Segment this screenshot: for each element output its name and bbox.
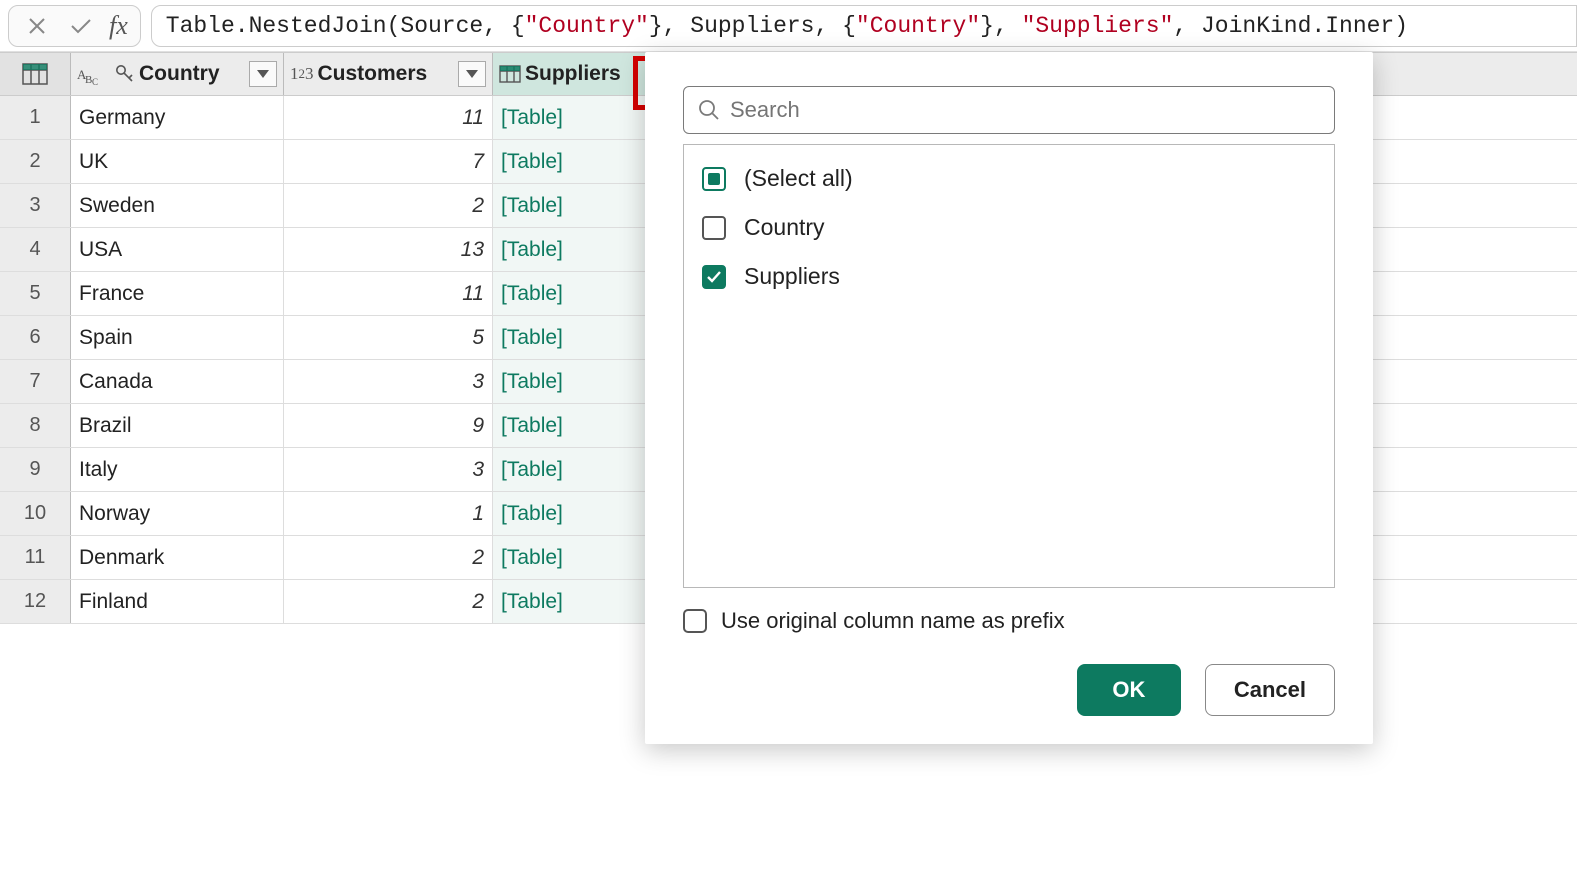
table-link[interactable]: [Table] xyxy=(501,106,563,130)
column-option-label: Country xyxy=(744,214,825,241)
formula-bar: fx Table.NestedJoin(Source, {"Country"},… xyxy=(0,0,1577,52)
column-option-label: Suppliers xyxy=(744,263,840,290)
column-option-row[interactable]: Suppliers xyxy=(702,263,1316,290)
formula-buttons: fx xyxy=(8,5,141,47)
column-name: Suppliers xyxy=(525,62,654,86)
table-link[interactable]: [Table] xyxy=(501,458,563,482)
cell-customers[interactable]: 1 xyxy=(284,492,493,535)
row-number: 1 xyxy=(0,96,71,139)
table-link[interactable]: [Table] xyxy=(501,370,563,394)
chevron-down-icon xyxy=(257,70,269,78)
fx-icon: fx xyxy=(103,11,134,41)
expand-column-popup: (Select all) Country Suppliers Use origin… xyxy=(645,52,1373,744)
cell-country[interactable]: Denmark xyxy=(71,536,284,579)
search-icon xyxy=(698,99,720,121)
check-icon xyxy=(70,18,92,34)
select-all-row[interactable]: (Select all) xyxy=(702,165,1316,192)
cell-country[interactable]: Sweden xyxy=(71,184,284,227)
search-input[interactable] xyxy=(730,97,1320,123)
column-filter-button[interactable] xyxy=(249,61,277,87)
table-link[interactable]: [Table] xyxy=(501,194,563,218)
cell-customers[interactable]: 13 xyxy=(284,228,493,271)
formula-confirm-button[interactable] xyxy=(59,7,103,45)
cell-country[interactable]: USA xyxy=(71,228,284,271)
cell-customers[interactable]: 7 xyxy=(284,140,493,183)
table-link[interactable]: [Table] xyxy=(501,238,563,262)
cell-customers[interactable]: 3 xyxy=(284,448,493,491)
cell-customers[interactable]: 11 xyxy=(284,96,493,139)
column-name: Country xyxy=(139,62,245,86)
cell-customers[interactable]: 2 xyxy=(284,536,493,579)
table-link[interactable]: [Table] xyxy=(501,282,563,306)
table-link[interactable]: [Table] xyxy=(501,590,563,614)
row-number: 2 xyxy=(0,140,71,183)
table-icon xyxy=(22,63,48,85)
row-number: 12 xyxy=(0,580,71,623)
chevron-down-icon xyxy=(466,70,478,78)
column-header-customers[interactable]: 123 Customers xyxy=(284,53,493,95)
row-number: 5 xyxy=(0,272,71,315)
cell-country[interactable]: Norway xyxy=(71,492,284,535)
table-link[interactable]: [Table] xyxy=(501,414,563,438)
prefix-option-row[interactable]: Use original column name as prefix xyxy=(683,608,1335,634)
ok-button[interactable]: OK xyxy=(1077,664,1181,716)
row-number: 10 xyxy=(0,492,71,535)
row-number: 11 xyxy=(0,536,71,579)
prefix-label: Use original column name as prefix xyxy=(721,608,1065,634)
select-all-label: (Select all) xyxy=(744,165,853,192)
cancel-button[interactable]: Cancel xyxy=(1205,664,1335,716)
text-type-icon: A B C xyxy=(77,63,111,85)
column-header-country[interactable]: A B C Country xyxy=(71,53,284,95)
table-type-icon xyxy=(499,65,521,83)
checkbox-checked[interactable] xyxy=(702,265,726,289)
row-number: 4 xyxy=(0,228,71,271)
cell-country[interactable]: France xyxy=(71,272,284,315)
row-number: 6 xyxy=(0,316,71,359)
row-number: 3 xyxy=(0,184,71,227)
cell-customers[interactable]: 2 xyxy=(284,580,493,623)
table-link[interactable]: [Table] xyxy=(501,502,563,526)
column-option-row[interactable]: Country xyxy=(702,214,1316,241)
cell-customers[interactable]: 2 xyxy=(284,184,493,227)
number-type-icon: 123 xyxy=(290,64,314,84)
cell-country[interactable]: Canada xyxy=(71,360,284,403)
cell-country[interactable]: Brazil xyxy=(71,404,284,447)
cell-country[interactable]: Finland xyxy=(71,580,284,623)
column-name: Customers xyxy=(318,62,455,86)
checkbox-unchecked[interactable] xyxy=(683,609,707,633)
key-icon xyxy=(115,64,135,84)
table-corner-button[interactable] xyxy=(0,53,71,95)
checkbox-unchecked[interactable] xyxy=(702,216,726,240)
row-number: 8 xyxy=(0,404,71,447)
dialog-buttons: OK Cancel xyxy=(683,664,1335,716)
column-filter-button[interactable] xyxy=(458,61,486,87)
cell-country[interactable]: Italy xyxy=(71,448,284,491)
row-number: 9 xyxy=(0,448,71,491)
column-options-list: (Select all) Country Suppliers xyxy=(683,144,1335,588)
formula-cancel-button[interactable] xyxy=(15,7,59,45)
cell-customers[interactable]: 3 xyxy=(284,360,493,403)
search-field[interactable] xyxy=(683,86,1335,134)
table-link[interactable]: [Table] xyxy=(501,150,563,174)
svg-text:C: C xyxy=(92,77,98,87)
cell-customers[interactable]: 9 xyxy=(284,404,493,447)
cell-country[interactable]: UK xyxy=(71,140,284,183)
formula-input[interactable]: Table.NestedJoin(Source, {"Country"}, Su… xyxy=(151,5,1577,47)
cell-customers[interactable]: 5 xyxy=(284,316,493,359)
cell-customers[interactable]: 11 xyxy=(284,272,493,315)
row-number: 7 xyxy=(0,360,71,403)
x-icon xyxy=(28,17,46,35)
table-link[interactable]: [Table] xyxy=(501,546,563,570)
checkbox-indeterminate[interactable] xyxy=(702,167,726,191)
cell-country[interactable]: Germany xyxy=(71,96,284,139)
cell-country[interactable]: Spain xyxy=(71,316,284,359)
table-link[interactable]: [Table] xyxy=(501,326,563,350)
